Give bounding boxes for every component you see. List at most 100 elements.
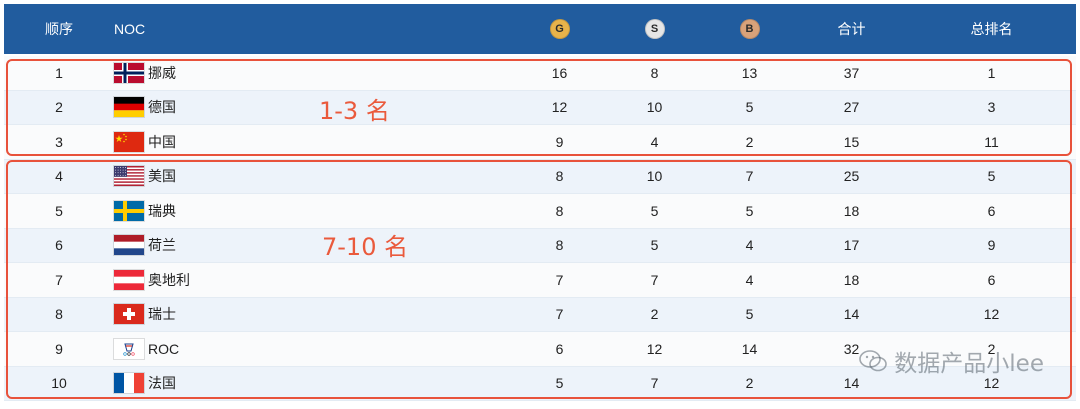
silver-count: 10: [646, 168, 663, 185]
noc-cell[interactable]: 法国: [114, 367, 314, 401]
header-total[interactable]: 合计: [794, 4, 909, 54]
noc-cell[interactable]: 德国: [114, 91, 314, 125]
bronze-count: 2: [745, 133, 754, 150]
overall-rank: 5: [987, 168, 996, 185]
silver-count: 7: [650, 375, 659, 392]
noc-cell[interactable]: 荷兰: [114, 229, 314, 263]
country-name: 德国: [148, 99, 176, 116]
bronze-count: 14: [741, 340, 758, 357]
rank-cell: 10: [51, 375, 67, 392]
gold-count: 8: [555, 237, 564, 254]
country-name: 瑞士: [148, 306, 176, 323]
rank-cell: 5: [55, 202, 63, 219]
table-row[interactable]: 5 瑞典 8 5 5 18 6: [4, 194, 1076, 229]
norway-flag: [114, 62, 144, 83]
bronze-count: 4: [745, 237, 754, 254]
rank-cell: 9: [55, 340, 63, 357]
group2-annotation: 7-10 名: [322, 233, 409, 261]
usa-flag: [114, 166, 144, 187]
rank-cell: 3: [55, 133, 63, 150]
austria-flag: [114, 269, 144, 290]
silver-count: 5: [650, 237, 659, 254]
gold-count: 8: [555, 202, 564, 219]
table-row[interactable]: 4 美国 8 10 7 25 5: [4, 159, 1076, 194]
total-count: 27: [843, 99, 860, 116]
rank-cell: 6: [55, 237, 63, 254]
header-bronze[interactable]: B: [702, 4, 797, 54]
table-row[interactable]: 3 中国 9 4 2 15 11: [4, 125, 1076, 160]
gold-count: 5: [555, 375, 564, 392]
bronze-count: 5: [745, 306, 754, 323]
bronze-count: 7: [745, 168, 754, 185]
table-row[interactable]: 1 挪威 16 8 13 37 1: [4, 56, 1076, 91]
header-rank[interactable]: 顺序: [14, 4, 104, 54]
rank-cell: 4: [55, 168, 63, 185]
gold-count: 7: [555, 271, 564, 288]
silver-count: 8: [650, 64, 659, 81]
rank-cell: 1: [55, 64, 63, 81]
header-gold[interactable]: G: [512, 4, 607, 54]
watermark-text: 数据产品小lee: [894, 351, 1044, 377]
noc-cell[interactable]: 挪威: [114, 56, 314, 90]
overall-rank: 9: [987, 237, 996, 254]
bronze-count: 13: [741, 64, 758, 81]
overall-rank: 3: [987, 99, 996, 116]
wechat-icon: [859, 350, 888, 372]
silver-count: 4: [650, 133, 659, 150]
gold-count: 8: [555, 168, 564, 185]
total-count: 25: [843, 168, 860, 185]
total-count: 18: [843, 202, 860, 219]
country-name: 奥地利: [148, 271, 190, 288]
gold-count: 12: [551, 99, 568, 116]
noc-cell[interactable]: 瑞士: [114, 298, 314, 332]
watermark: 数据产品小lee: [858, 344, 1044, 378]
country-name: 瑞典: [148, 202, 176, 219]
table-row[interactable]: 7 奥地利 7 7 4 18 6: [4, 263, 1076, 298]
gold-count: 9: [555, 133, 564, 150]
overall-rank: 1: [987, 64, 996, 81]
gold-medal-icon: G: [549, 19, 570, 39]
total-count: 15: [843, 133, 860, 150]
gold-count: 16: [551, 64, 568, 81]
rank-cell: 2: [55, 99, 63, 116]
header-noc[interactable]: NOC: [114, 4, 314, 54]
country-name: 荷兰: [148, 237, 176, 254]
country-name: 挪威: [148, 64, 176, 81]
total-count: 17: [843, 237, 860, 254]
gold-count: 7: [555, 306, 564, 323]
silver-count: 10: [646, 99, 663, 116]
china-flag: [114, 131, 144, 152]
overall-rank: 11: [984, 133, 999, 150]
country-name: 美国: [148, 168, 176, 185]
table-row[interactable]: 8 瑞士 7 2 5 14 12: [4, 297, 1076, 332]
silver-count: 2: [650, 306, 659, 323]
silver-count: 7: [650, 271, 659, 288]
germany-flag: [114, 97, 144, 118]
silver-count: 12: [646, 340, 663, 357]
netherlands-flag: [114, 235, 144, 256]
total-count: 14: [843, 306, 860, 323]
noc-cell[interactable]: 瑞典: [114, 194, 314, 228]
overall-rank: 6: [987, 202, 996, 219]
group1-annotation: 1-3 名: [319, 97, 390, 125]
bronze-count: 5: [745, 202, 754, 219]
bronze-count: 4: [745, 271, 754, 288]
total-count: 18: [843, 271, 860, 288]
overall-rank: 6: [987, 271, 996, 288]
bronze-medal-icon: B: [739, 19, 760, 39]
table-row[interactable]: 2 德国 12 10 5 27 3: [4, 90, 1076, 125]
overall-rank: 12: [983, 306, 1000, 323]
country-name: 法国: [148, 375, 176, 392]
table-row[interactable]: 6 荷兰 8 5 4 17 9: [4, 228, 1076, 263]
switzerland-flag: [114, 304, 144, 325]
noc-cell[interactable]: 美国: [114, 160, 314, 194]
noc-cell[interactable]: 奥地利: [114, 263, 314, 297]
bronze-count: 2: [745, 375, 754, 392]
rank-cell: 7: [55, 271, 63, 288]
france-flag: [114, 373, 144, 394]
country-name: ROC: [148, 340, 180, 357]
noc-cell[interactable]: ROC: [114, 332, 314, 366]
header-overall-rank[interactable]: 总排名: [929, 4, 1054, 54]
noc-cell[interactable]: 中国: [114, 125, 314, 159]
header-silver[interactable]: S: [607, 4, 702, 54]
